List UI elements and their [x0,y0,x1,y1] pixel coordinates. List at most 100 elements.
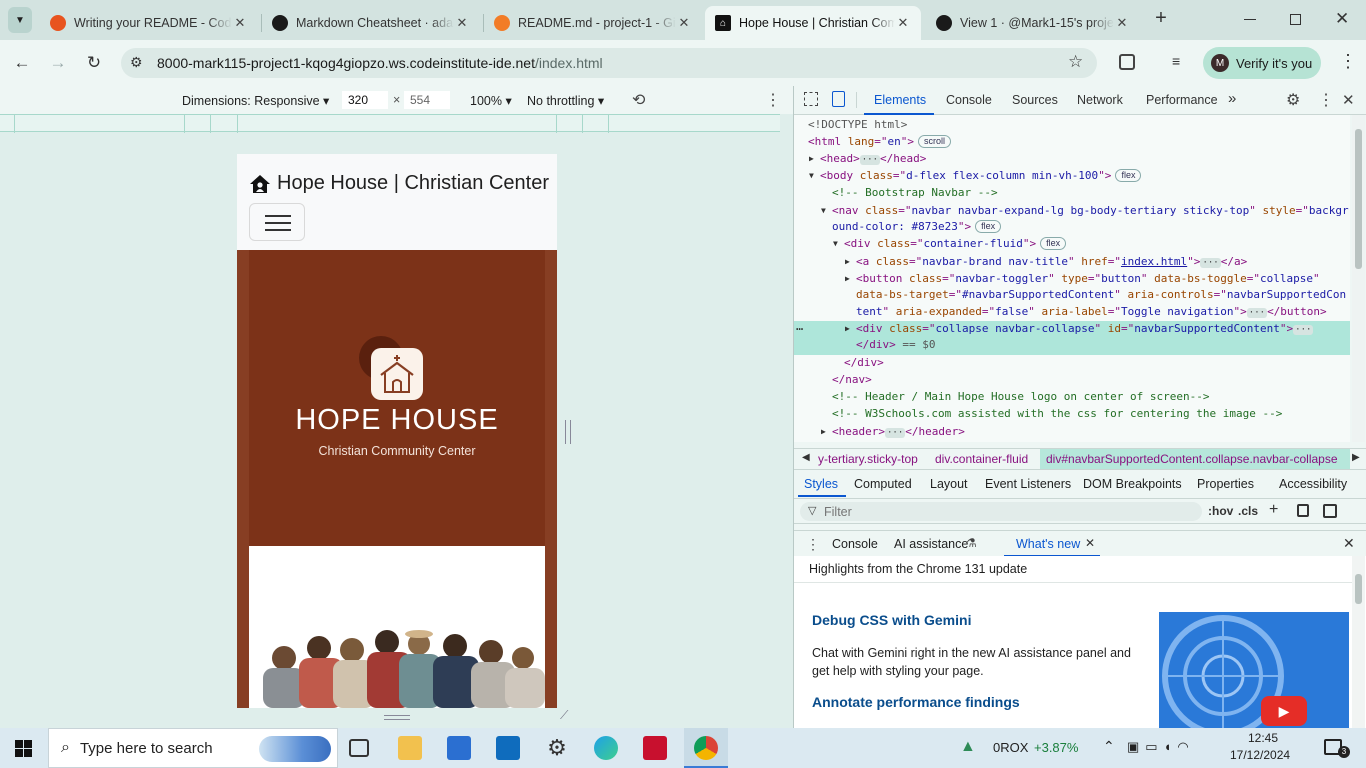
video-thumbnail[interactable]: ▶ [1159,612,1349,728]
tab-properties[interactable]: Properties [1197,477,1254,491]
whats-new-scrollbar[interactable] [1352,556,1365,728]
close-drawer-icon[interactable]: ✕ [1343,535,1355,552]
system-tray-icons[interactable]: ▣▭◖◠ [1127,739,1195,755]
resize-handle-right[interactable] [565,420,571,444]
dom-line[interactable]: ▶ <head> ··· </head> [809,151,926,167]
show-hidden-icons[interactable]: ⌃ [1103,738,1115,755]
new-style-rule-icon[interactable]: + [1269,501,1278,519]
stock-change[interactable]: +3.87% [1034,740,1078,755]
layout-badge[interactable]: flex [1115,169,1142,182]
dom-line[interactable]: </div> == $0 [856,337,936,353]
viewport-width-input[interactable] [342,91,388,109]
tab-network[interactable]: Network [1077,93,1123,107]
restore-window-icon[interactable] [1290,14,1301,25]
drawer-tab-ai-assistance[interactable]: AI assistance [894,537,968,551]
mcafee-icon[interactable] [643,736,667,760]
forward-icon[interactable]: → [46,51,70,75]
close-devtools-icon[interactable]: ✕ [1342,91,1355,109]
tab-console[interactable]: Console [946,93,992,107]
new-tab-button[interactable]: + [1150,7,1172,33]
navbar-toggler-button[interactable] [249,203,305,241]
dom-line[interactable]: </nav> [832,372,872,388]
windows-start-icon[interactable] [15,740,32,757]
breadcrumb-item-selected[interactable]: div#navbarSupportedContent.collapse.navb… [1046,452,1338,466]
dom-line[interactable]: ▶ <button class="navbar-toggler" type="bu… [845,271,1320,287]
device-toolbar-icon[interactable] [832,91,845,107]
toggle-sidebar-icon[interactable] [1323,504,1337,518]
collapse-arrow-icon[interactable]: ▼ [821,203,826,219]
breadcrumb-item[interactable]: div.container-fluid [935,452,1028,466]
resize-handle-bottom[interactable] [384,715,410,720]
tab-elements[interactable]: Elements [874,93,926,107]
hover-state-toggle[interactable]: :hov [1208,504,1233,518]
dom-line[interactable]: tent" aria-expanded="false" aria-label="… [856,304,1327,320]
browser-tab-active[interactable]: ⌂ Hope House | Christian Community Cente… [705,6,921,40]
extensions-icon[interactable] [1119,54,1135,70]
tab-sources[interactable]: Sources [1012,93,1058,107]
browser-tab[interactable]: Writing your README - Codecademy ✕ [40,6,258,40]
verify-profile-button[interactable]: M Verify it's you [1203,47,1321,79]
dom-line[interactable]: ▼ <nav class="navbar navbar-expand-lg bg-… [821,203,1349,219]
tab-event-listeners[interactable]: Event Listeners [985,477,1071,491]
back-icon[interactable]: ← [10,51,34,75]
file-explorer-icon[interactable] [398,736,422,760]
stock-ticker[interactable]: 0ROX [993,740,1028,755]
feature-heading[interactable]: Annotate performance findings [812,694,1020,710]
zoom-dropdown[interactable]: 100% ▾ [470,93,512,108]
dom-scrollbar[interactable] [1352,115,1365,442]
more-tabs-icon[interactable]: » [1228,90,1236,107]
expand-arrow-icon[interactable]: ▶ [821,424,826,440]
dom-tree[interactable]: … <!DOCTYPE html> <html lang="en"> scroll ▶… [794,115,1350,442]
tab-styles[interactable]: Styles [804,477,838,491]
expand-arrow-icon[interactable]: ▶ [809,151,814,167]
settings-gear-icon[interactable]: ⚙ [545,736,569,760]
bookmark-star-icon[interactable]: ☆ [1068,52,1083,72]
resize-handle-corner[interactable]: ⟋ [560,708,568,723]
viewport-height-input[interactable] [404,91,450,109]
layout-badge[interactable]: flex [975,220,1002,233]
inspect-element-icon[interactable] [804,92,818,106]
close-tab-icon[interactable]: ✕ [895,15,911,31]
close-tab-icon[interactable]: ✕ [232,15,248,31]
drawer-menu-icon[interactable]: ⋮ [806,536,820,553]
breadcrumb-scroll-left-icon[interactable]: ◀ [802,452,810,463]
close-tab-icon[interactable]: ✕ [1114,15,1130,31]
tab-dom-breakpoints[interactable]: DOM Breakpoints [1083,477,1182,491]
browser-tab[interactable]: README.md - project-1 - Gitpod ✕ [484,6,702,40]
breadcrumb-scroll-right-icon[interactable]: ▶ [1352,452,1360,463]
class-toggle[interactable]: .cls [1238,504,1258,518]
breadcrumb-item[interactable]: y-tertiary.sticky-top [818,452,918,466]
close-tab-icon[interactable]: ✕ [676,15,692,31]
layout-badge[interactable]: flex [1040,237,1067,250]
tab-computed[interactable]: Computed [854,477,912,491]
clock-time[interactable]: 12:45 [1248,731,1278,745]
browser-tab[interactable]: Markdown Cheatsheet · adam-p/markdown-he… [262,6,480,40]
layout-badge[interactable]: scroll [918,135,952,148]
edge-browser-icon[interactable] [594,736,618,760]
filter-field[interactable]: ▽ [800,502,1202,521]
taskbar-search-box[interactable]: ⌕ Type here to search [48,728,338,768]
dom-line[interactable]: <!DOCTYPE html> [808,117,907,133]
dom-line[interactable]: </div> [844,355,884,371]
node-actions-icon[interactable]: … [796,319,803,333]
expand-arrow-icon[interactable]: ▶ [845,321,850,337]
close-tab-icon[interactable]: ✕ [454,15,470,31]
throttling-dropdown[interactable]: No throttling ▾ [527,93,604,108]
tab-performance[interactable]: Performance [1146,93,1218,107]
rotate-icon[interactable]: ⟲ [632,90,645,110]
dom-line[interactable]: ▼ <div class="container-fluid"> flex [833,236,1067,252]
dimensions-dropdown[interactable]: Dimensions: Responsive ▾ [182,93,329,108]
media-query-ruler[interactable] [0,114,780,133]
tab-accessibility[interactable]: Accessibility [1279,477,1347,491]
dom-line[interactable]: <html lang="en"> scroll [808,134,952,150]
microsoft-store-icon[interactable] [447,736,471,760]
task-view-icon[interactable] [349,739,369,757]
expand-arrow-icon[interactable]: ▶ [845,254,850,270]
dom-line[interactable]: <!-- Header / Main Hope House logo on ce… [832,389,1210,405]
tab-layout[interactable]: Layout [930,477,968,491]
youtube-play-icon[interactable]: ▶ [1261,696,1307,726]
drawer-tab-console[interactable]: Console [832,537,878,551]
tab-search-button[interactable]: ▼ [8,7,32,33]
browser-tab[interactable]: View 1 · @Mark1-15's project ✕ [926,6,1140,40]
outlook-icon[interactable] [496,736,520,760]
